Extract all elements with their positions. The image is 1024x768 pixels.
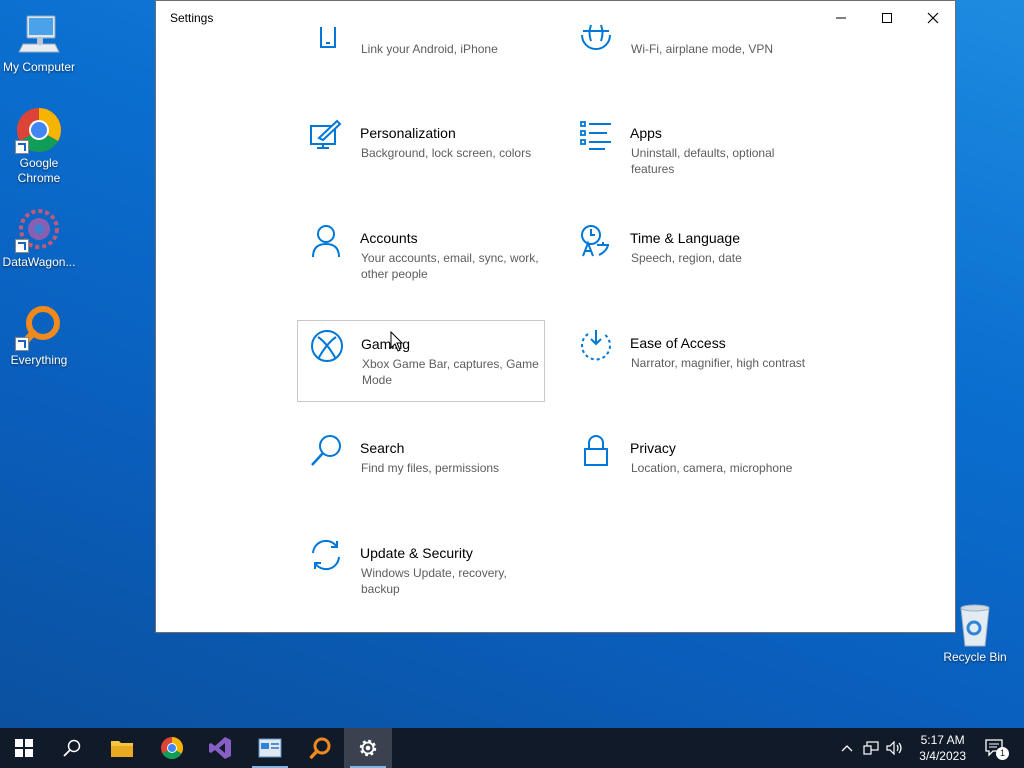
desktop-icon-label: My Computer [2, 60, 76, 74]
category-description: Speech, region, date [631, 251, 742, 265]
category-description: Your accounts, email, sync, work, other … [361, 251, 539, 281]
everything-search-icon [15, 303, 63, 351]
chrome-icon [15, 106, 63, 154]
recycle-bin-icon [951, 600, 999, 648]
close-button[interactable] [910, 1, 955, 34]
notification-badge: 1 [996, 747, 1009, 760]
close-icon [927, 12, 939, 23]
start-button[interactable] [0, 728, 48, 768]
category-name: Accounts [360, 230, 418, 246]
shortcut-arrow-icon [15, 239, 29, 253]
apps-list-icon [579, 118, 613, 152]
action-center-button[interactable]: 1 [980, 728, 1010, 768]
shortcut-arrow-icon [15, 140, 29, 154]
settings-category-ease-of-access[interactable]: Ease of Access Narrator, magnifier, high… [567, 320, 815, 402]
clock-time: 5:17 AM [920, 733, 965, 747]
settings-window: Settings Link your Android, iPhone Wi-Fi… [155, 0, 956, 633]
desktop-icon-label: Google Chrome [17, 156, 61, 185]
desktop-icon-my-computer[interactable]: My Computer [0, 10, 78, 75]
settings-category-accounts[interactable]: Accounts Your accounts, email, sync, wor… [297, 215, 545, 297]
network-icon [863, 741, 879, 755]
desktop-icon-label: Recycle Bin [943, 650, 1007, 664]
taskbar-visual-studio[interactable] [196, 728, 244, 768]
category-description: Windows Update, recovery, backup [361, 566, 507, 596]
chevron-up-icon [841, 745, 853, 752]
ease-of-access-icon [579, 328, 613, 362]
category-description: Background, lock screen, colors [361, 146, 532, 160]
datawagon-icon [15, 205, 63, 253]
category-description: Narrator, magnifier, high contrast [631, 356, 806, 370]
settings-category-search[interactable]: Search Find my files, permissions [297, 425, 545, 507]
category-name: Privacy [630, 440, 676, 456]
category-name: Search [360, 440, 405, 456]
taskbar-search-button[interactable] [48, 728, 96, 768]
minimize-button[interactable] [818, 1, 864, 34]
category-description: Wi-Fi, airplane mode, VPN [631, 42, 774, 56]
taskbar-everything[interactable] [296, 728, 344, 768]
time-language-icon [579, 223, 613, 257]
search-icon [63, 739, 81, 757]
everything-search-icon [309, 737, 331, 759]
category-description: Xbox Game Bar, captures, Game Mode [362, 357, 539, 387]
settings-category-apps[interactable]: Apps Uninstall, defaults, optional featu… [567, 110, 815, 192]
settings-category-gaming[interactable]: Gaming Xbox Game Bar, captures, Game Mod… [297, 320, 545, 402]
shortcut-arrow-icon [15, 337, 29, 351]
maximize-icon [882, 12, 892, 23]
windows-logo-icon [15, 739, 33, 757]
speaker-icon [886, 741, 902, 755]
settings-category-update-security[interactable]: Update & Security Windows Update, recove… [297, 530, 545, 612]
settings-category-privacy[interactable]: Privacy Location, camera, microphone [567, 425, 815, 507]
desktop-icon-datawagon[interactable]: DataWagon... [0, 205, 78, 270]
paint-brush-icon [309, 118, 343, 152]
taskbar-chrome[interactable] [148, 728, 196, 768]
category-description: Uninstall, defaults, optional features [631, 146, 775, 176]
taskbar-settings[interactable] [344, 728, 392, 768]
taskbar: 5:17 AM 3/4/2023 1 [0, 728, 1024, 768]
maximize-button[interactable] [864, 1, 910, 34]
network-tray-button[interactable] [860, 728, 882, 768]
category-name: Update & Security [360, 545, 473, 561]
category-name: Personalization [360, 125, 456, 141]
settings-category-network[interactable]: Wi-Fi, airplane mode, VPN [567, 15, 815, 56]
globe-icon [579, 24, 613, 59]
chrome-icon [161, 737, 183, 759]
lock-icon [579, 433, 613, 467]
folder-icon [111, 741, 133, 757]
taskbar-clock[interactable]: 5:17 AM 3/4/2023 [919, 732, 966, 764]
desktop-icon-google-chrome[interactable]: Google Chrome [0, 106, 78, 186]
show-hidden-icons-button[interactable] [836, 728, 858, 768]
settings-category-time-language[interactable]: Time & Language Speech, region, date [567, 215, 815, 297]
mouse-cursor-icon [390, 331, 404, 352]
app-window-icon [258, 738, 282, 758]
title-bar[interactable]: Settings [156, 1, 955, 34]
category-name: Time & Language [630, 230, 740, 246]
desktop-icon-label: Everything [10, 353, 68, 367]
settings-category-personalization[interactable]: Personalization Background, lock screen,… [297, 110, 545, 192]
visual-studio-icon [209, 737, 231, 759]
category-name: Apps [630, 125, 662, 141]
minimize-icon [836, 17, 846, 18]
category-description: Find my files, permissions [361, 461, 500, 475]
xbox-icon [310, 329, 344, 363]
search-icon [309, 433, 343, 467]
category-name: Ease of Access [630, 335, 726, 351]
person-icon [309, 223, 343, 258]
gear-icon [359, 739, 377, 757]
category-description: Link your Android, iPhone [361, 42, 498, 56]
settings-category-phone[interactable]: Link your Android, iPhone [297, 15, 545, 56]
clock-date: 3/4/2023 [919, 749, 966, 763]
computer-icon [15, 10, 63, 58]
taskbar-file-explorer[interactable] [98, 728, 146, 768]
desktop-icon-everything[interactable]: Everything [0, 303, 78, 368]
taskbar-app-window[interactable] [246, 728, 294, 768]
desktop-icon-label: DataWagon... [2, 255, 76, 269]
phone-icon [309, 27, 343, 61]
sync-icon [309, 538, 343, 572]
volume-tray-button[interactable] [884, 728, 906, 768]
window-title: Settings [170, 11, 214, 25]
category-description: Location, camera, microphone [631, 461, 793, 475]
